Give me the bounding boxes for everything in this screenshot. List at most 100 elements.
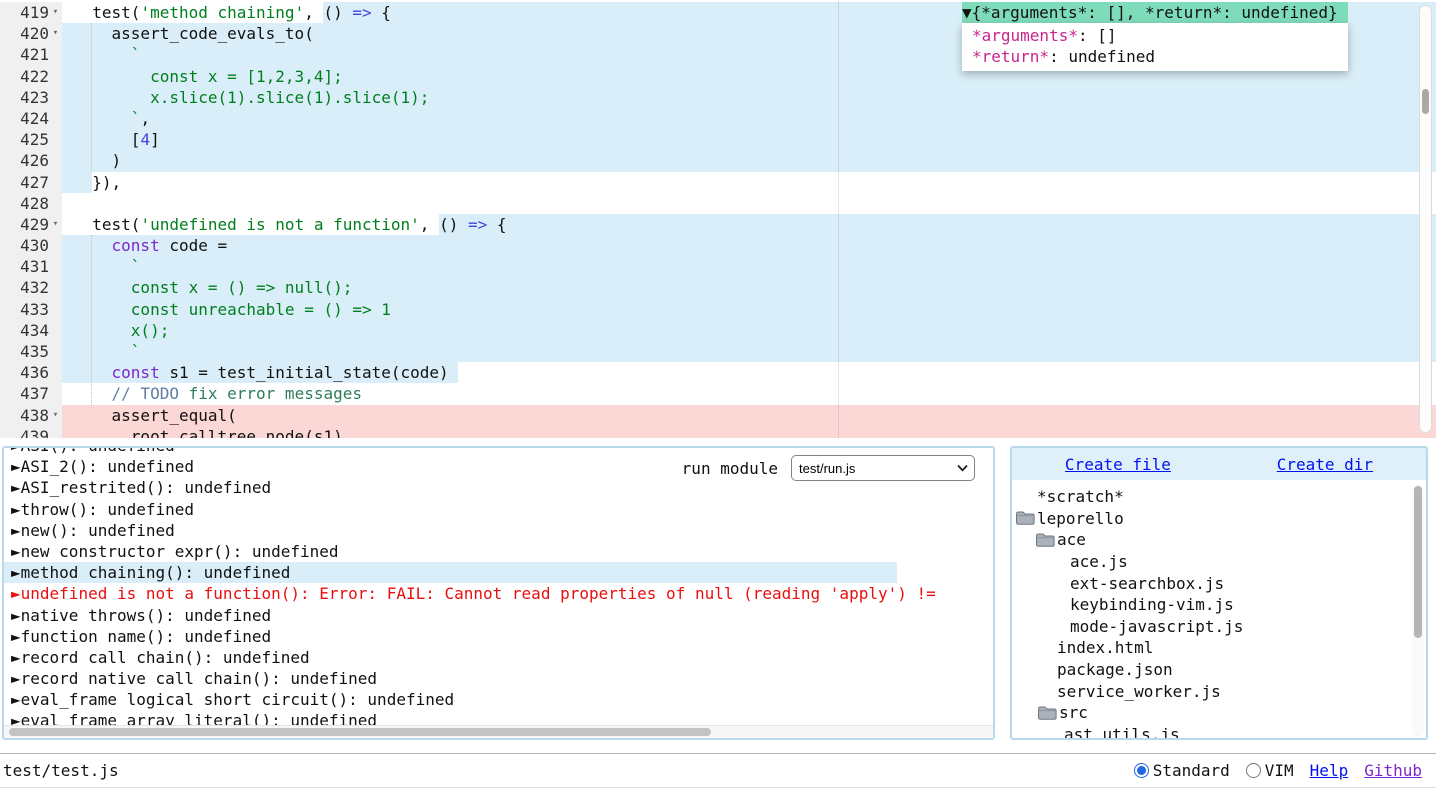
results-scrollbar-thumb[interactable] <box>9 728 711 736</box>
code-cell: const s1 = test_initial_state(code) <box>62 362 1436 383</box>
expand-icon[interactable]: ► <box>11 456 21 477</box>
tree-folder-item[interactable]: leporello <box>1012 508 1426 530</box>
editor-line[interactable]: 435 ` <box>0 341 1436 362</box>
github-link[interactable]: Github <box>1364 761 1422 780</box>
tree-folder-item[interactable]: ace <box>1012 529 1426 551</box>
run-module-select[interactable]: test/run.js <box>792 456 974 480</box>
tree-file-item[interactable]: ext-searchbox.js <box>1012 572 1426 594</box>
editor-line[interactable]: 426 ) <box>0 150 1436 171</box>
tree-file-item[interactable]: service_worker.js <box>1012 680 1426 702</box>
line-number: 431 <box>20 256 49 277</box>
fold-icon[interactable]: ▾ <box>49 23 62 44</box>
fold-icon[interactable]: ▾ <box>49 2 62 23</box>
editor-line[interactable]: 429▾ test('undefined is not a function',… <box>0 214 1436 235</box>
tooltip-header-text: {*arguments*: [], *return*: undefined} <box>972 3 1338 22</box>
editor-line[interactable]: 428 <box>0 193 1436 214</box>
expand-icon[interactable]: ► <box>11 605 21 626</box>
code-cell: const unreachable = () => 1 <box>62 299 1436 320</box>
collapse-icon[interactable]: ▼ <box>962 3 972 22</box>
tree-file-item[interactable]: ace.js <box>1012 551 1426 573</box>
tree-file-item[interactable]: package.json <box>1012 659 1426 681</box>
line-number: 429 <box>20 214 49 235</box>
fold-icon[interactable]: ▾ <box>49 214 62 235</box>
expand-icon[interactable]: ► <box>11 541 21 562</box>
editor-line[interactable]: 433 const unreachable = () => 1 <box>0 299 1436 320</box>
gutter-cell: 423 <box>0 87 62 108</box>
editor-line[interactable]: 439 root_calltree_node(s1) <box>0 426 1436 438</box>
tree-file-item[interactable]: mode-javascript.js <box>1012 616 1426 638</box>
files-vertical-scrollbar[interactable] <box>1412 484 1424 736</box>
tree-file-item[interactable]: index.html <box>1012 637 1426 659</box>
editor-line[interactable]: 437 // TODO fix error messages <box>0 383 1436 404</box>
expand-icon[interactable]: ► <box>11 520 21 541</box>
property-value: : [] <box>1078 26 1117 45</box>
editor-vertical-scrollbar[interactable] <box>1419 5 1432 433</box>
expand-icon[interactable]: ► <box>11 647 21 668</box>
code-cell: test('undefined is not a function', () =… <box>62 214 1436 235</box>
expand-icon[interactable]: ► <box>11 626 21 647</box>
line-number: 422 <box>20 66 49 87</box>
result-item[interactable]: ►record call chain(): undefined <box>4 647 993 668</box>
code-editor[interactable]: 419▾ test('method chaining', () => {420▾… <box>0 0 1436 438</box>
expand-icon[interactable]: ► <box>11 583 21 604</box>
editor-scrollbar-thumb[interactable] <box>1422 89 1429 114</box>
editor-line[interactable]: 423 x.slice(1).slice(1).slice(1); <box>0 87 1436 108</box>
result-item[interactable]: ►eval_frame logical short circuit(): und… <box>4 689 993 710</box>
fold-icon[interactable]: ▾ <box>49 405 62 426</box>
line-number: 432 <box>20 277 49 298</box>
expand-icon[interactable]: ► <box>11 562 21 583</box>
editor-line[interactable]: 432 const x = () => null(); <box>0 277 1436 298</box>
expand-icon[interactable]: ► <box>11 689 21 710</box>
create-dir-link[interactable]: Create dir <box>1277 455 1373 474</box>
line-number: 427 <box>20 172 49 193</box>
editor-line[interactable]: 436 const s1 = test_initial_state(code) <box>0 362 1436 383</box>
result-item[interactable]: ►undefined is not a function(): Error: F… <box>4 583 993 604</box>
tooltip-header[interactable]: ▼{*arguments*: [], *return*: undefined} <box>962 2 1348 23</box>
editor-line[interactable]: 438▾ assert_equal( <box>0 405 1436 426</box>
tree-file-item[interactable]: ast_utils.js <box>1012 724 1426 740</box>
tree-folder-item[interactable]: src <box>1012 702 1426 724</box>
result-item[interactable]: ►function name(): undefined <box>4 626 993 647</box>
code-cell: `, <box>62 108 1436 129</box>
result-item[interactable]: ►record native call chain(): undefined <box>4 668 993 689</box>
editor-line[interactable]: 431 ` <box>0 256 1436 277</box>
editor-line[interactable]: 424 `, <box>0 108 1436 129</box>
code-cell: const code = <box>62 235 1436 256</box>
editor-line[interactable]: 430 const code = <box>0 235 1436 256</box>
gutter-cell: 431 <box>0 256 62 277</box>
result-item[interactable]: ►new constructor expr(): undefined <box>4 541 993 562</box>
result-item[interactable]: ►method chaining(): undefined <box>4 562 897 583</box>
keybinding-vim-radio[interactable] <box>1246 763 1261 778</box>
keybinding-standard-radio[interactable] <box>1134 763 1149 778</box>
expand-icon[interactable]: ► <box>11 477 21 498</box>
tree-item-label: ace.js <box>1070 552 1128 571</box>
gutter-cell: 439 <box>0 426 62 438</box>
expand-icon[interactable]: ► <box>11 446 21 456</box>
files-scrollbar-thumb[interactable] <box>1414 486 1422 638</box>
tooltip-body: *arguments*: [] *return*: undefined <box>962 23 1348 71</box>
keybinding-vim-option[interactable]: VIM <box>1246 761 1294 780</box>
expand-icon[interactable]: ► <box>11 499 21 520</box>
code-text: }), <box>62 172 1436 193</box>
editor-line[interactable]: 425 [4] <box>0 129 1436 150</box>
keybinding-standard-option[interactable]: Standard <box>1134 761 1230 780</box>
editor-line[interactable]: 427 }), <box>0 172 1436 193</box>
create-file-link[interactable]: Create file <box>1065 455 1171 474</box>
status-bar-right: Standard VIM Help Github <box>1134 761 1422 780</box>
leporello-app: 419▾ test('method chaining', () => {420▾… <box>0 0 1436 788</box>
help-link[interactable]: Help <box>1310 761 1349 780</box>
editor-line[interactable]: 434 x(); <box>0 320 1436 341</box>
code-text: const unreachable = () => 1 <box>62 299 1436 320</box>
tree-file-item[interactable]: keybinding-vim.js <box>1012 594 1426 616</box>
gutter-cell: 430 <box>0 235 62 256</box>
gutter-cell: 432 <box>0 277 62 298</box>
result-item[interactable]: ►throw(): undefined <box>4 499 993 520</box>
folder-icon <box>1037 705 1057 721</box>
tree-file-item[interactable]: *scratch* <box>1012 486 1426 508</box>
result-item[interactable]: ►new(): undefined <box>4 520 993 541</box>
gutter-cell: 421 <box>0 44 62 65</box>
results-horizontal-scrollbar[interactable] <box>4 725 993 738</box>
indent-guide <box>91 23 92 172</box>
expand-icon[interactable]: ► <box>11 668 21 689</box>
result-item[interactable]: ►native throws(): undefined <box>4 605 993 626</box>
